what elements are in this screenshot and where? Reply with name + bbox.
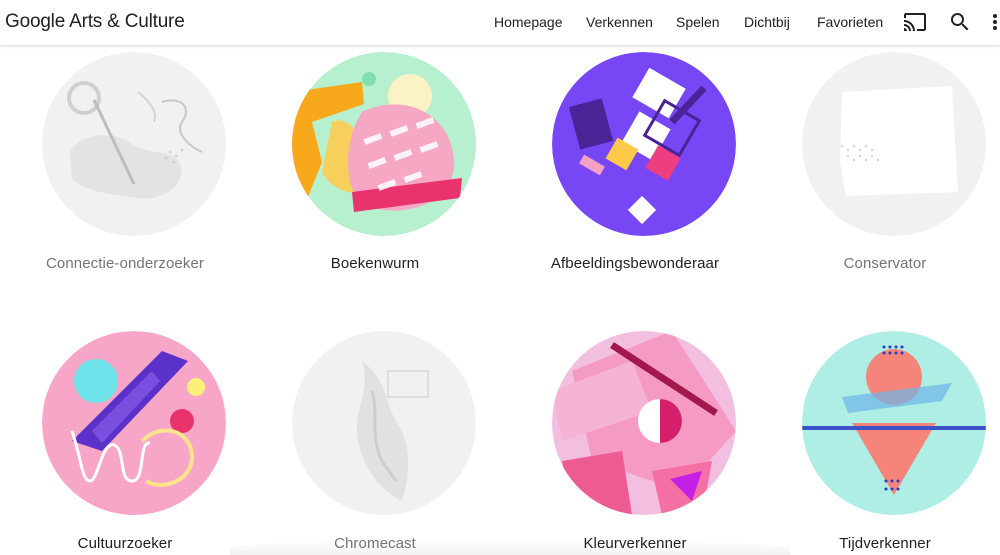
- badge-kleurverkenner[interactable]: Kleurverkenner: [510, 45, 760, 552]
- more-vert-icon[interactable]: [986, 10, 1000, 34]
- badge-label: Cultuurzoeker: [77, 535, 173, 552]
- top-bar: Google Arts & Culture Homepage Verkennen…: [0, 0, 1000, 45]
- badge-label: Tijdverkenner: [839, 535, 931, 552]
- badge-cultuurzoeker[interactable]: Cultuurzoeker: [0, 45, 250, 552]
- bottom-shadow: [230, 540, 790, 555]
- nav-dichtbij[interactable]: Dichtbij: [744, 14, 790, 30]
- badge-chromecast[interactable]: Chromecast: [250, 45, 500, 552]
- search-icon[interactable]: [948, 10, 972, 34]
- nav-spelen[interactable]: Spelen: [676, 14, 720, 30]
- color-explorer-badge-image: [552, 331, 736, 515]
- cast-icon[interactable]: [903, 10, 927, 34]
- nav-favorieten[interactable]: Favorieten: [817, 14, 883, 30]
- chromecast-badge-image: [292, 331, 476, 515]
- google-arts-culture-logo[interactable]: Google Arts & Culture: [5, 11, 185, 33]
- time-explorer-badge-image: [802, 331, 986, 515]
- nav-homepage[interactable]: Homepage: [494, 14, 563, 30]
- badge-grid: Connectie-onderzoeker Boekenwurm Afbeeld…: [0, 45, 1000, 555]
- culture-seeker-badge-image: [42, 331, 226, 515]
- badge-tijdverkenner[interactable]: Tijdverkenner: [760, 45, 1000, 552]
- nav-verkennen[interactable]: Verkennen: [586, 14, 653, 30]
